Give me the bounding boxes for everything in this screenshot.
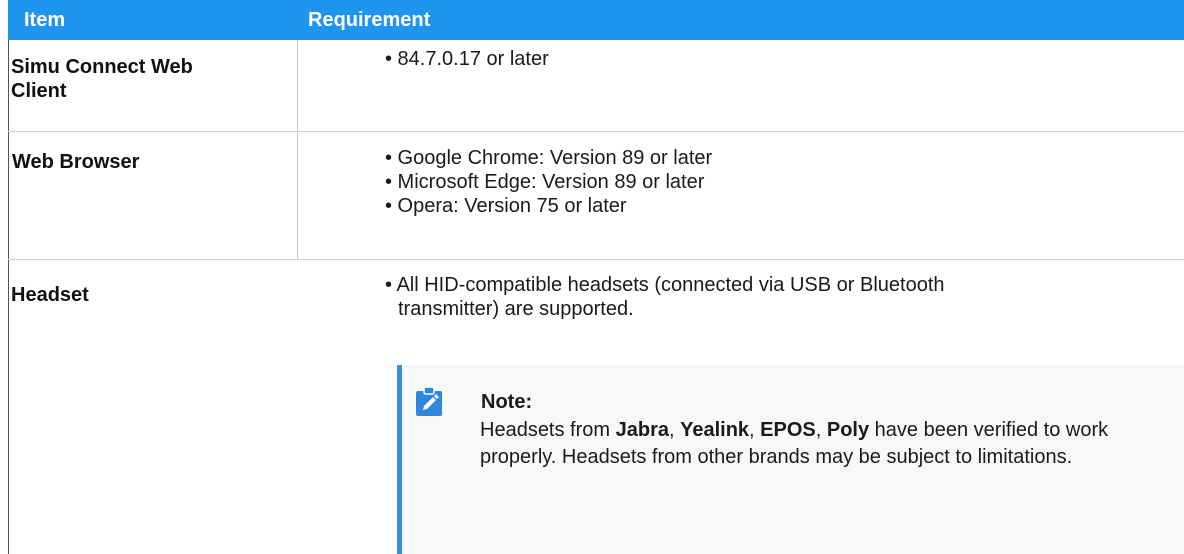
requirement-web-client: • 84.7.0.17 or later [385,47,549,71]
list-item: • 84.7.0.17 or later [385,48,549,70]
header-item: Item [24,9,66,31]
brand-jabra: Jabra [615,419,669,441]
row-divider-2 [8,259,1184,260]
brand-yealink: Yealink [680,419,750,441]
brand-epos: EPOS [760,419,816,441]
requirement-headset: • All HID-compatible headsets (connected… [385,273,945,321]
note-separator: , [815,419,827,441]
list-item: • Google Chrome: Version 89 or later [385,147,713,169]
column-divider [297,40,298,259]
item-web-browser: Web Browser [12,151,140,173]
list-item: • Microsoft Edge: Version 89 or later [385,171,705,193]
note-title: Note: [481,391,533,413]
requirement-web-browser: • Google Chrome: Version 89 or later • M… [385,146,712,218]
note-body: Headsets from Jabra, Yealink, EPOS, Poly… [480,417,1170,471]
table-header: Item Requirement [8,0,1184,40]
header-requirement: Requirement [308,9,431,31]
item-headset: Headset [11,284,89,306]
edit-note-icon [416,387,442,416]
note-accent-bar [397,365,402,554]
note-separator: , [749,419,761,441]
note-separator: , [668,419,681,441]
item-web-client: Simu Connect Web Client [11,56,193,102]
list-item: • All HID-compatible headsets (connected… [385,274,945,296]
list-item: • Opera: Version 75 or later [385,195,627,217]
requirements-table: Item Requirement Simu Connect Web Client… [8,0,1184,554]
note-text: Headsets from [480,419,616,441]
left-border [8,40,9,554]
row-divider-1 [8,131,1184,132]
note-callout: Note: Headsets from Jabra, Yealink, EPOS… [397,365,1184,554]
list-item-continued: transmitter) are supported. [398,298,634,320]
brand-poly: Poly [826,419,870,441]
